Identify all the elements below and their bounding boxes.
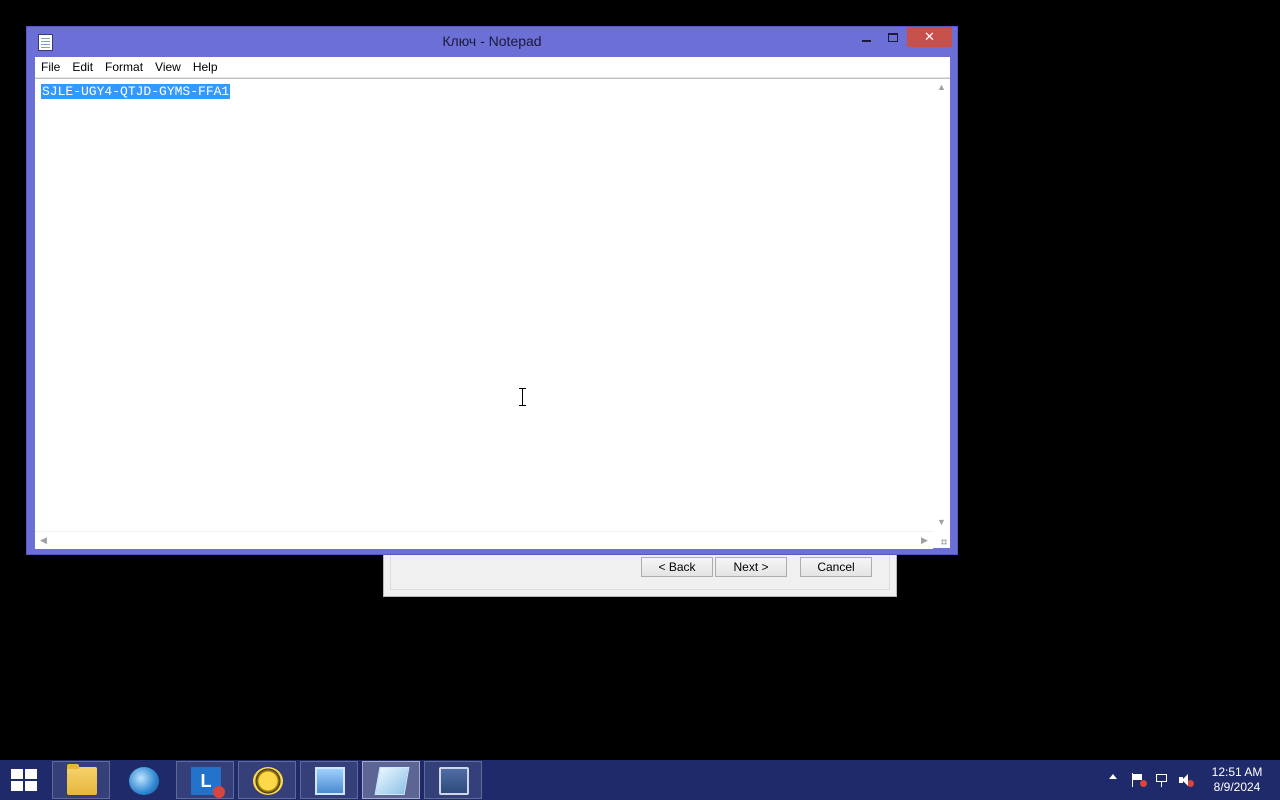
window-title: Ключ - Notepad [442, 33, 542, 49]
windows-logo-icon [11, 769, 37, 791]
clock-date: 8/9/2024 [1213, 780, 1261, 794]
close-icon: ✕ [924, 29, 935, 44]
scroll-left-icon[interactable]: ◀ [35, 532, 52, 549]
start-button[interactable] [0, 760, 48, 800]
taskbar: L 12:51 AM 8/9/2024 [0, 760, 1280, 800]
taskbar-network-app[interactable] [300, 761, 358, 799]
next-button[interactable]: Next > [715, 557, 787, 577]
cancel-button[interactable]: Cancel [800, 557, 872, 577]
scroll-up-icon[interactable]: ▲ [933, 79, 950, 96]
bee-icon [253, 767, 283, 795]
taskbar-internet-explorer[interactable] [114, 761, 172, 799]
horizontal-scrollbar[interactable]: ◀ ▶ [35, 531, 933, 549]
scroll-down-icon[interactable]: ▼ [933, 514, 950, 531]
speaker-muted-icon[interactable] [1178, 773, 1194, 787]
action-center-flag-icon[interactable] [1131, 773, 1147, 787]
globe-icon [129, 767, 159, 795]
taskbar-lync[interactable]: L [176, 761, 234, 799]
maximize-icon [888, 33, 898, 43]
editor-content[interactable]: SJLE-UGY4-QTJD-GYMS-FFA1 [41, 84, 231, 99]
clock[interactable]: 12:51 AM 8/9/2024 [1200, 765, 1274, 795]
back-button[interactable]: < Back [641, 557, 713, 577]
taskbar-bee-app[interactable] [238, 761, 296, 799]
folder-icon [67, 764, 97, 795]
clock-time: 12:51 AM [1211, 765, 1263, 779]
vertical-scrollbar[interactable]: ▲ ▼ [933, 79, 950, 531]
minimize-button[interactable] [853, 27, 879, 47]
lync-icon: L [191, 767, 225, 798]
menu-view[interactable]: View [149, 57, 187, 77]
notepad-window: Ключ - Notepad ✕ File Edit Format View H… [26, 26, 958, 555]
menu-bar: File Edit Format View Help [35, 57, 950, 78]
menu-format[interactable]: Format [99, 57, 149, 77]
taskbar-file-explorer[interactable] [52, 761, 110, 799]
close-button[interactable]: ✕ [907, 27, 952, 47]
taskbar-setup-app[interactable] [424, 761, 482, 799]
network-computer-icon [315, 767, 345, 795]
title-bar[interactable]: Ключ - Notepad ✕ [27, 27, 957, 57]
menu-file[interactable]: File [35, 57, 66, 77]
show-hidden-icons-icon[interactable] [1109, 774, 1117, 779]
minimize-icon [861, 39, 871, 42]
notepad-icon [374, 767, 410, 795]
taskbar-notepad[interactable] [362, 761, 420, 799]
network-icon[interactable] [1154, 773, 1170, 787]
menu-edit[interactable]: Edit [66, 57, 99, 77]
resize-grip-icon[interactable] [933, 531, 950, 548]
text-editor[interactable]: SJLE-UGY4-QTJD-GYMS-FFA1 ▲ ▼ ◀ ▶ [35, 78, 950, 549]
text-cursor-icon [519, 388, 527, 406]
menu-help[interactable]: Help [187, 57, 224, 77]
scroll-right-icon[interactable]: ▶ [916, 532, 933, 549]
setup-icon [439, 767, 469, 795]
selected-text[interactable]: SJLE-UGY4-QTJD-GYMS-FFA1 [41, 84, 231, 99]
maximize-button[interactable] [880, 27, 906, 47]
